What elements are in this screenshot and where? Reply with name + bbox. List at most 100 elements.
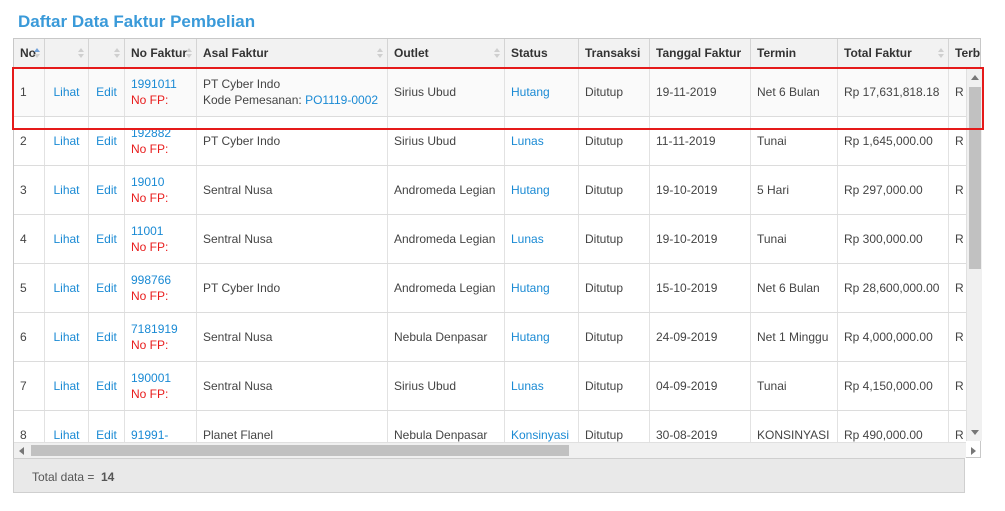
cell-transaksi: Ditutup — [579, 313, 650, 361]
col-header-tanggal-faktur[interactable]: Tanggal Faktur — [650, 39, 751, 68]
col-header-no[interactable]: No — [14, 39, 45, 68]
cell-outlet: Andromeda Legian — [388, 215, 505, 263]
lihat-link[interactable]: Lihat — [53, 281, 79, 295]
cell-no: 4 — [14, 215, 45, 263]
col-header-no-faktur[interactable]: No Faktur — [125, 39, 197, 68]
lihat-link[interactable]: Lihat — [53, 134, 79, 148]
cell-outlet: Sirius Ubud — [388, 362, 505, 410]
table-row[interactable]: 8 Lihat Edit 91991- Planet Flanel Nebula… — [14, 411, 980, 443]
col-header-total-faktur[interactable]: Total Faktur — [838, 39, 949, 68]
no-faktur-link[interactable]: 190001 — [131, 370, 196, 386]
lihat-link[interactable]: Lihat — [53, 330, 79, 344]
cell-transaksi: Ditutup — [579, 362, 650, 410]
lihat-link[interactable]: Lihat — [53, 379, 79, 393]
status-link[interactable]: Hutang — [511, 85, 578, 99]
table-footer: Total data = 14 — [13, 458, 965, 493]
cell-lihat: Lihat — [45, 117, 89, 165]
no-faktur-link[interactable]: 1991011 — [131, 76, 196, 92]
col-header-asal-faktur-label: Asal Faktur — [203, 46, 269, 60]
no-faktur-link[interactable]: 91991- — [131, 427, 196, 443]
edit-link[interactable]: Edit — [96, 134, 117, 148]
lihat-link[interactable]: Lihat — [53, 428, 79, 442]
cell-no: 5 — [14, 264, 45, 312]
table-row[interactable]: 5 Lihat Edit 998766 No FP: PT Cyber Indo… — [14, 264, 980, 313]
cell-tanggal: 19-10-2019 — [650, 166, 751, 214]
status-link[interactable]: Lunas — [511, 232, 578, 246]
table-row[interactable]: 6 Lihat Edit 7181919 No FP: Sentral Nusa… — [14, 313, 980, 362]
cell-asal-faktur: Sentral Nusa — [197, 362, 388, 410]
edit-link[interactable]: Edit — [96, 330, 117, 344]
cell-lihat: Lihat — [45, 411, 89, 443]
no-faktur-link[interactable]: 7181919 — [131, 321, 196, 337]
col-header-total-faktur-label: Total Faktur — [844, 46, 912, 60]
cell-asal-faktur: Sentral Nusa — [197, 215, 388, 263]
cell-transaksi: Ditutup — [579, 68, 650, 116]
edit-link[interactable]: Edit — [96, 379, 117, 393]
lihat-link[interactable]: Lihat — [53, 232, 79, 246]
lihat-link[interactable]: Lihat — [53, 85, 79, 99]
no-faktur-link[interactable]: 11001 — [131, 223, 196, 239]
cell-status: Hutang — [505, 166, 579, 214]
cell-edit: Edit — [89, 215, 125, 263]
table-row[interactable]: 1 Lihat Edit 1991011 No FP: PT Cyber Ind… — [14, 68, 980, 117]
table-row[interactable]: 3 Lihat Edit 19010 No FP: Sentral Nusa A… — [14, 166, 980, 215]
col-header-no-faktur-label: No Faktur — [131, 46, 188, 60]
cell-outlet: Andromeda Legian — [388, 264, 505, 312]
cell-outlet: Andromeda Legian — [388, 166, 505, 214]
cell-edit: Edit — [89, 166, 125, 214]
col-header-transaksi[interactable]: Transaksi — [579, 39, 650, 68]
lihat-link[interactable]: Lihat — [53, 183, 79, 197]
table-row[interactable]: 4 Lihat Edit 11001 No FP: Sentral Nusa A… — [14, 215, 980, 264]
table-row[interactable]: 7 Lihat Edit 190001 No FP: Sentral Nusa … — [14, 362, 980, 411]
status-link[interactable]: Lunas — [511, 379, 578, 393]
col-header-outlet[interactable]: Outlet — [388, 39, 505, 68]
status-link[interactable]: Konsinyasi — [511, 428, 578, 442]
no-faktur-link[interactable]: 19010 — [131, 174, 196, 190]
scroll-left-icon[interactable] — [19, 447, 24, 455]
horizontal-scrollbar[interactable] — [14, 442, 976, 458]
no-faktur-link[interactable]: 192882 — [131, 125, 196, 141]
cell-asal-faktur: Sentral Nusa — [197, 313, 388, 361]
cell-no-faktur: 190001 No FP: — [125, 362, 197, 410]
scrollbar-thumb[interactable] — [31, 445, 569, 456]
cell-lihat: Lihat — [45, 362, 89, 410]
status-link[interactable]: Hutang — [511, 281, 578, 295]
col-header-status[interactable]: Status — [505, 39, 579, 68]
col-header-terbayar[interactable]: Terba — [949, 39, 980, 68]
no-fp-label: No FP: — [131, 191, 169, 205]
scroll-down-icon[interactable] — [971, 430, 979, 435]
status-link[interactable]: Lunas — [511, 134, 578, 148]
cell-outlet: Nebula Denpasar — [388, 411, 505, 443]
table-row[interactable]: 2 Lihat Edit 192882 No FP: PT Cyber Indo… — [14, 117, 980, 166]
scroll-right-icon[interactable] — [971, 447, 976, 455]
cell-outlet: Nebula Denpasar — [388, 313, 505, 361]
vertical-scrollbar[interactable] — [966, 69, 982, 441]
edit-link[interactable]: Edit — [96, 232, 117, 246]
cell-no-faktur: 7181919 No FP: — [125, 313, 197, 361]
no-fp-label: No FP: — [131, 142, 169, 156]
cell-total: Rp 4,000,000.00 — [838, 313, 949, 361]
cell-transaksi: Ditutup — [579, 215, 650, 263]
status-link[interactable]: Hutang — [511, 183, 578, 197]
cell-transaksi: Ditutup — [579, 166, 650, 214]
scroll-up-icon[interactable] — [971, 75, 979, 80]
edit-link[interactable]: Edit — [96, 183, 117, 197]
status-link[interactable]: Hutang — [511, 330, 578, 344]
kode-pemesanan-link[interactable]: PO1119-0002 — [305, 93, 378, 107]
col-header-asal-faktur[interactable]: Asal Faktur — [197, 39, 388, 68]
edit-link[interactable]: Edit — [96, 281, 117, 295]
page-title: Daftar Data Faktur Pembelian — [18, 12, 256, 31]
cell-edit: Edit — [89, 411, 125, 443]
col-header-termin[interactable]: Termin — [751, 39, 838, 68]
cell-transaksi: Ditutup — [579, 411, 650, 443]
edit-link[interactable]: Edit — [96, 428, 117, 442]
cell-status: Hutang — [505, 313, 579, 361]
cell-asal-faktur: Sentral Nusa — [197, 166, 388, 214]
cell-no-faktur: 11001 No FP: — [125, 215, 197, 263]
col-header-lihat[interactable] — [45, 39, 89, 68]
no-faktur-link[interactable]: 998766 — [131, 272, 196, 288]
cell-status: Lunas — [505, 215, 579, 263]
edit-link[interactable]: Edit — [96, 85, 117, 99]
col-header-edit[interactable] — [89, 39, 125, 68]
scrollbar-thumb[interactable] — [969, 87, 981, 269]
